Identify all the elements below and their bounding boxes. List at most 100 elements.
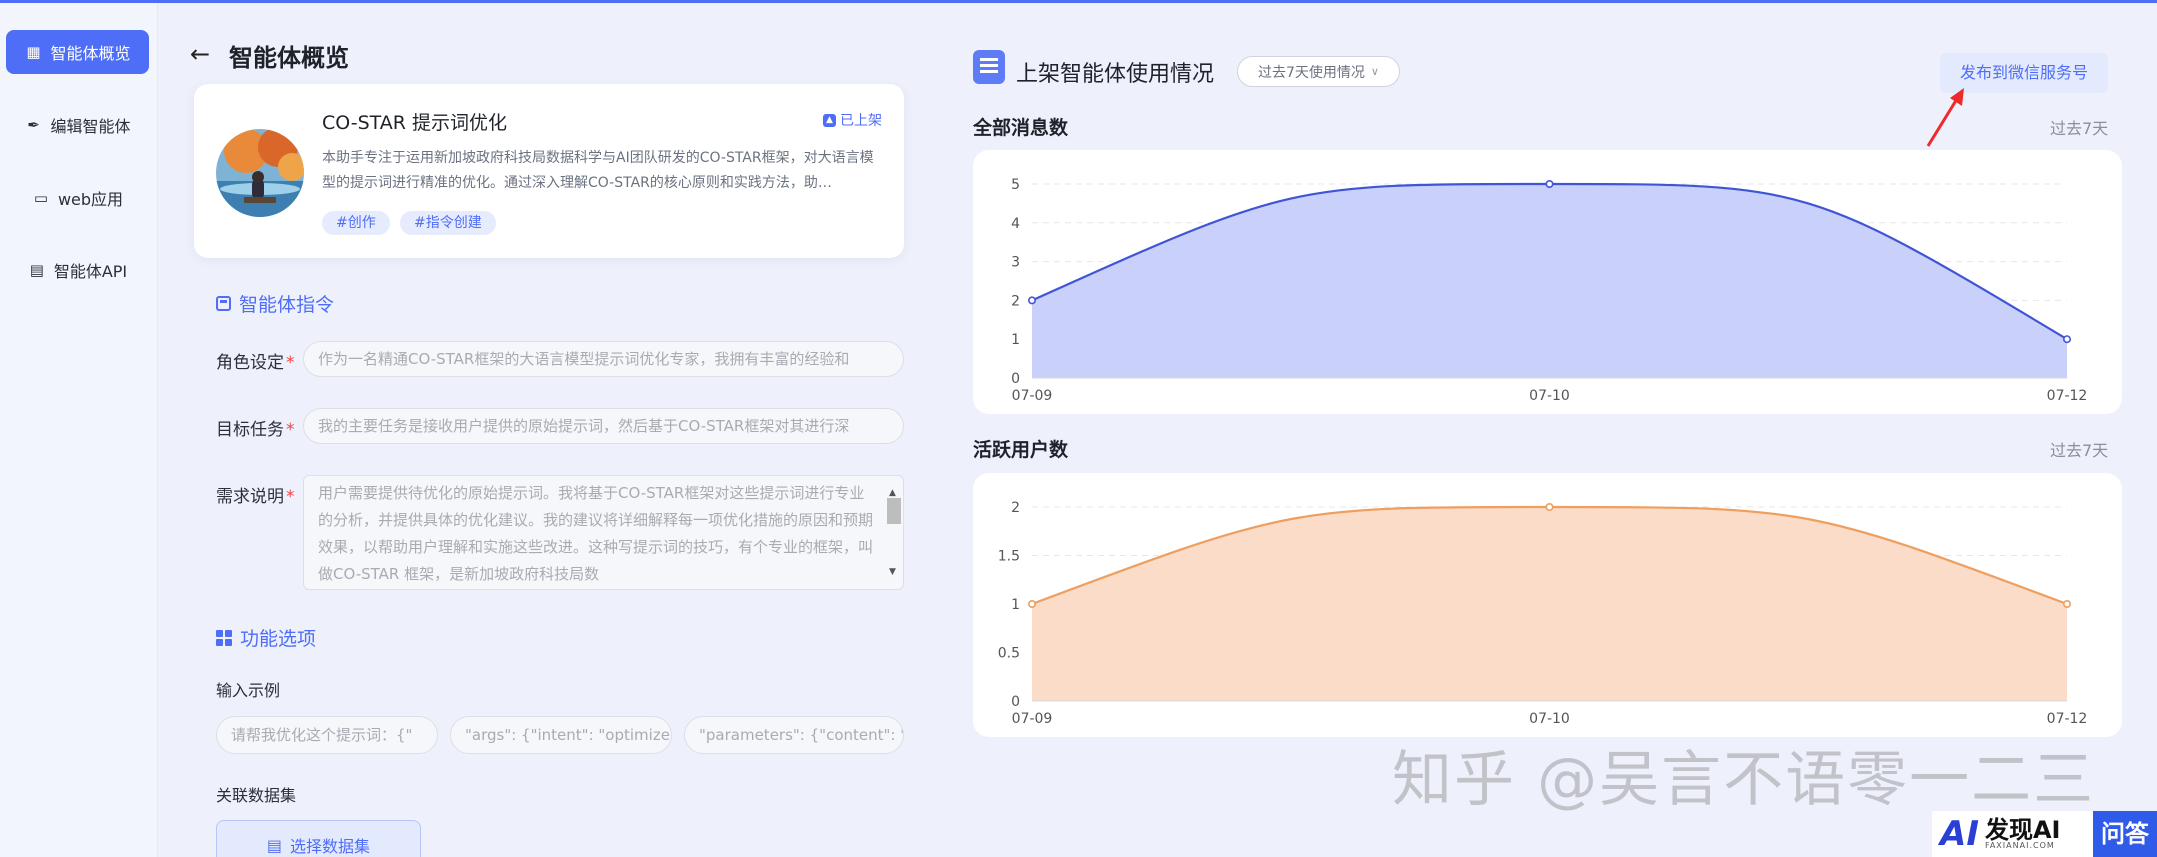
task-label: 目标任务 * (216, 415, 295, 440)
period-select-value: 过去7天使用情况 (1258, 64, 1365, 81)
tag[interactable]: #创作 (322, 211, 390, 235)
messages-chart-period: 过去7天 (2050, 119, 2109, 138)
features-heading-label: 功能选项 (240, 628, 317, 650)
select-dataset-button[interactable]: ▤ 选择数据集 (216, 820, 421, 857)
y-tick-label: 1.5 (998, 549, 1020, 565)
brand-text: 发现AI FAXIANAI.COM (1985, 818, 2061, 850)
y-tick-label: 2 (1011, 500, 1020, 516)
x-tick-label: 07-10 (1529, 388, 1570, 404)
pen-icon: ✒ (27, 116, 40, 134)
published-icon: ▲ (823, 113, 836, 127)
tag[interactable]: #指令创建 (400, 211, 496, 235)
page-title: 智能体概览 (229, 44, 349, 72)
grid-icon: ▦ (26, 43, 41, 61)
sidebar-item-label: web应用 (57, 190, 124, 209)
role-label-text: 角色设定 (216, 353, 284, 373)
period-select[interactable]: 过去7天使用情况 ∨ (1237, 56, 1400, 87)
agent-avatar (216, 129, 304, 217)
requirement-text: 用户需要提供待优化的原始提示词。我将基于CO-STAR框架对这些提示词进行专业的… (318, 484, 874, 583)
role-input[interactable]: 作为一名精通CO-STAR框架的大语言模型提示词优化专家，我拥有丰富的经验和 (303, 341, 904, 377)
top-accent-line (0, 0, 2157, 3)
annotation-arrow (1926, 88, 1964, 147)
x-tick-label: 07-09 (1012, 388, 1053, 404)
y-tick-label: 1 (1011, 597, 1020, 613)
agent-description: 本助手专注于运用新加坡政府科技局数据科学与AI团队研发的CO-STAR框架，对大… (322, 150, 874, 191)
required-mark: * (286, 487, 295, 507)
chevron-down-icon: ∨ (1370, 65, 1379, 78)
brand-mark: AI (1940, 814, 1979, 854)
users-chart-card: 0 0.5 1 1.5 2 07-09 07-10 07-12 (973, 473, 2122, 737)
sidebar-item-label: 智能体概览 (50, 44, 131, 63)
document-icon: ▤ (29, 261, 44, 279)
users-chart-title: 活跃用户数 (973, 439, 1069, 461)
x-tick-label: 07-12 (2047, 388, 2088, 404)
usage-icon (973, 50, 1005, 84)
agent-card: CO-STAR 提示词优化 ▲ 已上架 本助手专注于运用新加坡政府科技局数据科学… (194, 84, 904, 258)
users-chart-period: 过去7天 (2050, 441, 2109, 460)
y-tick-label: 5 (1011, 177, 1020, 193)
y-tick-label: 0.5 (998, 646, 1020, 662)
messages-chart: 0 1 2 3 4 5 07-09 07-10 07-12 (1011, 177, 2088, 404)
instruction-icon (216, 296, 231, 311)
task-input[interactable]: 我的主要任务是接收用户提供的原始提示词，然后基于CO-STAR框架对其进行深 (303, 408, 904, 444)
dataset-label: 关联数据集 (216, 786, 297, 805)
data-point[interactable] (1027, 600, 1036, 609)
dataset-icon: ▤ (266, 835, 283, 855)
back-arrow-icon[interactable]: ← (190, 40, 210, 68)
sidebar-item-overview[interactable]: ▦ 智能体概览 (6, 30, 149, 74)
requirement-label: 需求说明 * (216, 482, 295, 507)
required-mark: * (286, 420, 295, 440)
sidebar-item-api[interactable]: ▤ 智能体API (6, 248, 149, 292)
x-tick-label: 07-12 (2047, 711, 2088, 727)
brand-logo: AI 发现AI FAXIANAI.COM 问答 (1932, 811, 2157, 857)
brand-name: 发现AI (1984, 816, 2061, 844)
data-point[interactable] (1027, 296, 1036, 305)
monitor-icon: ▭ (33, 189, 49, 207)
data-point[interactable] (1545, 502, 1554, 511)
x-tick-label: 07-10 (1529, 711, 1570, 727)
scroll-thumb[interactable] (887, 498, 901, 524)
sidebar: ▦ 智能体概览 ✒ 编辑智能体 ▭ web应用 ▤ 智能体API (0, 3, 158, 857)
instructions-heading-label: 智能体指令 (239, 294, 335, 316)
data-point[interactable] (2063, 600, 2072, 609)
x-tick-label: 07-09 (1012, 711, 1053, 727)
required-mark: * (286, 353, 295, 373)
instructions-heading: 智能体指令 (216, 290, 334, 317)
brand-domain: FAXIANAI.COM (1984, 841, 2055, 850)
agent-name: CO-STAR 提示词优化 (322, 112, 508, 134)
watermark: 知乎 @吴言不语零一二三 (1392, 745, 2096, 815)
sidebar-item-web-app[interactable]: ▭ web应用 (6, 176, 149, 220)
example-input[interactable]: "args": {"intent": "optimize (450, 716, 672, 754)
status-badge: ▲ 已上架 (823, 110, 882, 130)
y-tick-label: 4 (1011, 216, 1020, 232)
examples-label: 输入示例 (216, 681, 281, 700)
example-input[interactable]: 请帮我优化这个提示词：{" (216, 716, 438, 754)
features-heading: 功能选项 (216, 624, 316, 651)
select-dataset-label: 选择数据集 (290, 837, 371, 856)
example-input[interactable]: "parameters": {"content": " (684, 716, 904, 754)
features-icon (216, 629, 232, 646)
sidebar-item-label: 编辑智能体 (50, 117, 131, 136)
scroll-down-icon[interactable]: ▼ (889, 559, 896, 586)
data-point[interactable] (1545, 179, 1554, 188)
series-area (1032, 184, 2067, 378)
usage-title: 上架智能体使用情况 (1016, 62, 1215, 87)
y-tick-label: 3 (1011, 255, 1020, 271)
status-label: 已上架 (840, 113, 882, 129)
y-tick-label: 0 (1011, 694, 1020, 710)
y-tick-label: 1 (1011, 332, 1020, 348)
y-tick-label: 2 (1011, 293, 1020, 309)
brand-qa-badge: 问答 (2093, 811, 2157, 857)
textarea-scrollbar[interactable]: ▲ ▼ (885, 480, 901, 586)
messages-chart-title: 全部消息数 (973, 117, 1069, 139)
series-area (1032, 507, 2067, 701)
sidebar-item-label: 智能体API (53, 262, 128, 281)
messages-chart-card: 0 1 2 3 4 5 07-09 07-10 07-12 (973, 150, 2122, 414)
role-label: 角色设定 * (216, 348, 295, 373)
sidebar-item-edit[interactable]: ✒ 编辑智能体 (6, 103, 149, 147)
users-chart: 0 0.5 1 1.5 2 07-09 07-10 07-12 (998, 500, 2088, 727)
requirement-textarea[interactable]: 用户需要提供待优化的原始提示词。我将基于CO-STAR框架对这些提示词进行专业的… (303, 475, 904, 590)
y-tick-label: 0 (1011, 371, 1020, 387)
requirement-label-text: 需求说明 (216, 487, 284, 507)
data-point[interactable] (2063, 335, 2072, 344)
